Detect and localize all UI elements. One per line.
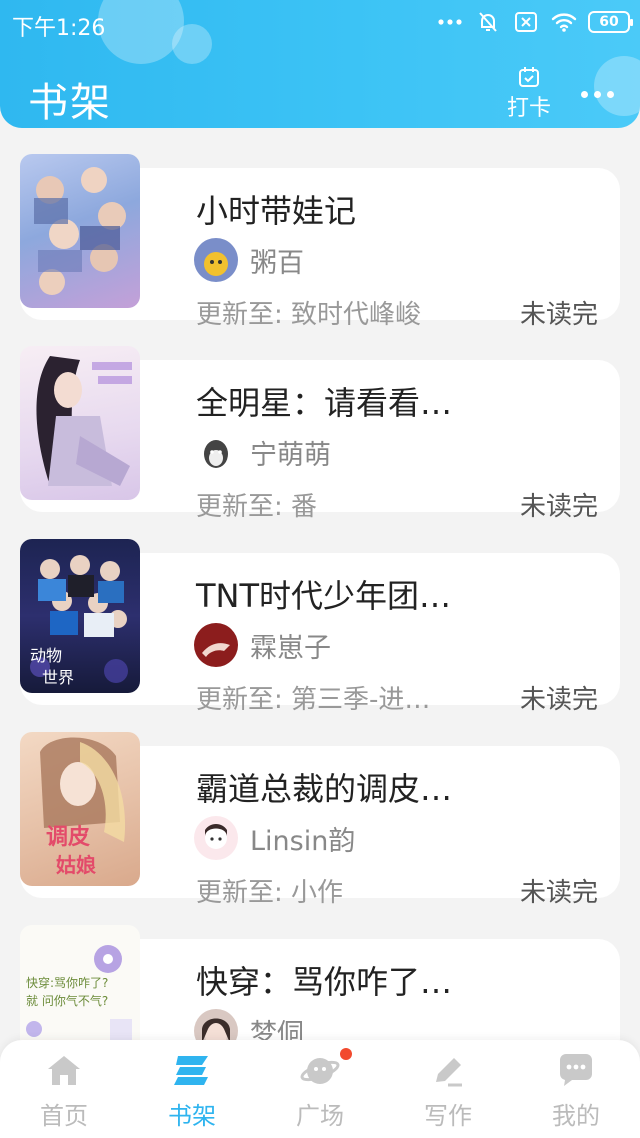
book-title: 小时带娃记 (196, 192, 357, 230)
more-horizontal-icon[interactable] (572, 82, 622, 106)
svg-text:动物: 动物 (30, 646, 62, 665)
status-icons: 60 (436, 9, 633, 35)
page-title: 书架 (28, 80, 112, 126)
nav-label: 首页 (40, 1102, 88, 1130)
mute-bell-icon (474, 9, 502, 35)
chat-bubble-icon (559, 1054, 592, 1086)
author-row: 粥百 (194, 238, 304, 282)
author-name: 粥百 (250, 247, 304, 279)
nav-label: 广场 (296, 1102, 344, 1130)
nav-square[interactable]: 广场 (256, 1040, 384, 1138)
svg-text:世界: 世界 (42, 668, 74, 687)
book-cover[interactable]: 调皮 姑娘 (20, 732, 140, 886)
bookshelf-list: 小时带娃记 粥百 更新至: 致时代峰峻 未读完 全明星：请看看… 宁萌萌 更新至… (0, 128, 640, 1040)
update-line: 更新至: 致时代峰峻 (196, 294, 421, 331)
status-time: 下午1:26 (12, 16, 106, 41)
app-header: 下午1:26 60 书架 打卡 (0, 0, 640, 128)
author-name: 霖崽子 (250, 632, 331, 664)
status-bar: 下午1:26 60 (0, 0, 640, 46)
checkin-button[interactable]: 打卡 (504, 66, 554, 122)
update-chapter: 番 (291, 492, 318, 522)
author-avatar (194, 430, 238, 474)
checkin-label: 打卡 (506, 96, 551, 121)
update-line: 更新至: 番 (196, 486, 317, 523)
author-row: 宁萌萌 (194, 430, 331, 474)
nav-label: 书架 (168, 1102, 216, 1130)
read-status: 未读完 (519, 685, 598, 715)
book-cover[interactable]: 动物 世界 (20, 539, 140, 693)
nav-profile[interactable]: 我的 (512, 1040, 640, 1138)
book-title: TNT时代少年团… (196, 577, 452, 615)
home-icon (48, 1056, 80, 1085)
update-chapter: 致时代峰峻 (291, 300, 422, 330)
author-avatar (194, 238, 238, 282)
read-status: 未读完 (519, 878, 598, 908)
book-cover[interactable] (20, 346, 140, 500)
book-title: 霸道总裁的调皮… (196, 770, 453, 808)
svg-text:姑娘: 姑娘 (56, 853, 96, 877)
bookshelf-icon (174, 1056, 208, 1085)
update-prefix: 更新至: (196, 492, 283, 522)
book-title: 全明星：请看看… (196, 384, 453, 422)
update-line: 更新至: 小作 (196, 872, 343, 909)
svg-text:就 问你气不气?: 就 问你气不气? (26, 993, 108, 1008)
sim-off-icon (512, 9, 540, 35)
update-line: 更新至: 第三季-进… (196, 679, 430, 716)
update-prefix: 更新至: (196, 685, 283, 715)
read-status: 未读完 (519, 492, 598, 522)
bottom-nav: 首页 书架 广场 写作 我的 (0, 1040, 640, 1138)
book-cover[interactable]: 快穿:骂你咋了? 就 问你气不气? (20, 925, 140, 1040)
nav-label: 我的 (552, 1102, 600, 1130)
author-name: 宁萌萌 (250, 439, 331, 471)
nav-label: 写作 (424, 1102, 472, 1130)
read-status: 未读完 (519, 300, 598, 330)
planet-icon (300, 1058, 340, 1084)
more-dots-icon (436, 9, 464, 35)
author-row: 梦侗 (194, 1009, 304, 1040)
nav-bookshelf[interactable]: 书架 (128, 1040, 256, 1138)
svg-text:快穿:骂你咋了?: 快穿:骂你咋了? (26, 975, 108, 990)
nav-write[interactable]: 写作 (384, 1040, 512, 1138)
author-avatar (194, 816, 238, 860)
author-name: 梦侗 (250, 1018, 304, 1041)
author-avatar (194, 623, 238, 667)
update-chapter: 小作 (291, 878, 344, 908)
author-name: Linsin韵 (250, 825, 356, 857)
author-avatar (194, 1009, 238, 1040)
author-row: 霖崽子 (194, 623, 331, 667)
notification-dot (340, 1048, 352, 1060)
book-cover[interactable] (20, 154, 140, 308)
book-title: 快穿：骂你咋了… (196, 963, 453, 1001)
wifi-icon (550, 9, 578, 35)
nav-home[interactable]: 首页 (0, 1040, 128, 1138)
update-prefix: 更新至: (196, 878, 283, 908)
pen-icon (436, 1058, 462, 1087)
update-chapter: 第三季-进… (291, 685, 431, 715)
calendar-check-icon (519, 67, 539, 87)
author-row: Linsin韵 (194, 816, 355, 860)
update-prefix: 更新至: (196, 300, 283, 330)
battery-icon: 60 (588, 11, 633, 33)
svg-text:调皮: 调皮 (46, 824, 90, 850)
